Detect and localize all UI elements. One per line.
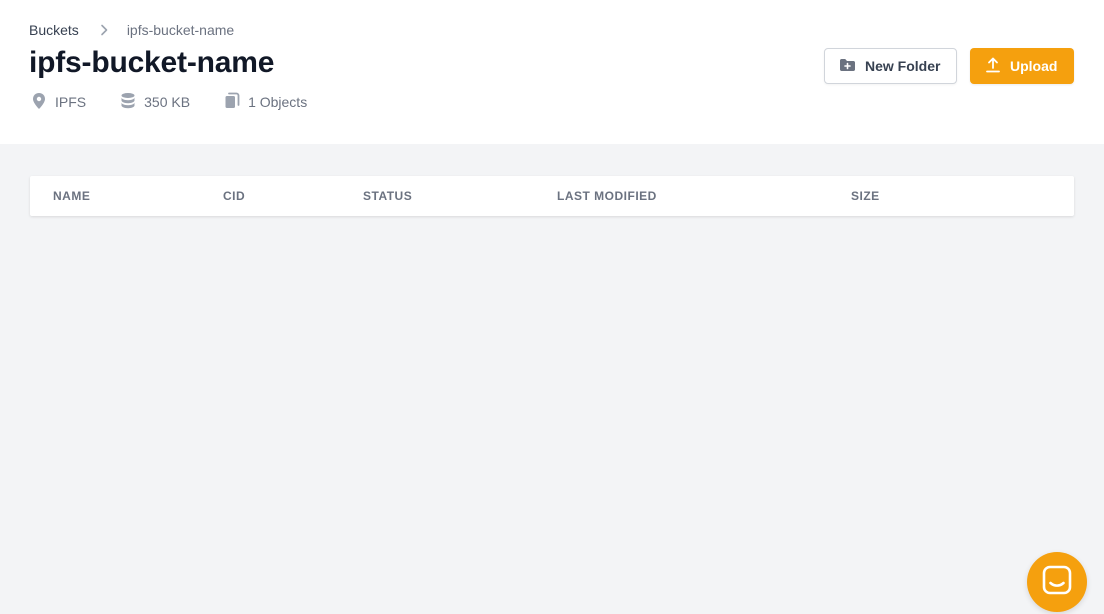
- column-header-name[interactable]: NAME: [53, 189, 90, 203]
- page-header: Buckets ipfs-bucket-name ipfs-bucket-nam…: [0, 0, 1104, 144]
- column-header-cid[interactable]: CID: [223, 189, 245, 203]
- page-title: ipfs-bucket-name: [29, 46, 275, 79]
- upload-label: Upload: [1010, 58, 1058, 74]
- database-icon: [120, 92, 144, 113]
- upload-icon: [986, 57, 1010, 76]
- bucket-objects-label: 1 Objects: [248, 94, 308, 110]
- bucket-objects: 1 Objects: [224, 92, 307, 113]
- breadcrumb: Buckets ipfs-bucket-name: [29, 21, 234, 39]
- new-folder-button[interactable]: New Folder: [824, 48, 957, 84]
- documents-icon: [224, 92, 248, 113]
- column-header-status[interactable]: STATUS: [363, 189, 412, 203]
- column-header-size[interactable]: SIZE: [851, 189, 880, 203]
- breadcrumb-buckets-link[interactable]: Buckets: [29, 22, 79, 38]
- folder-plus-icon: [839, 58, 865, 75]
- bucket-location-label: IPFS: [55, 94, 87, 110]
- chat-button[interactable]: [1027, 552, 1087, 612]
- bucket-size-label: 350 KB: [144, 94, 191, 110]
- upload-button[interactable]: Upload: [970, 48, 1074, 84]
- bucket-location: IPFS: [31, 92, 86, 113]
- bucket-meta: IPFS 350 KB 1 Objects: [31, 92, 341, 112]
- bucket-size: 350 KB: [120, 92, 190, 113]
- chevron-right-icon: [100, 24, 108, 36]
- new-folder-label: New Folder: [865, 58, 941, 74]
- chat-icon: [1042, 565, 1072, 600]
- column-header-last-modified[interactable]: LAST MODIFIED: [557, 189, 657, 203]
- header-actions: New Folder Upload: [824, 48, 1074, 84]
- map-pin-icon: [31, 92, 55, 113]
- objects-table: NAME CID STATUS LAST MODIFIED SIZE: [30, 176, 1074, 216]
- breadcrumb-current: ipfs-bucket-name: [126, 22, 235, 38]
